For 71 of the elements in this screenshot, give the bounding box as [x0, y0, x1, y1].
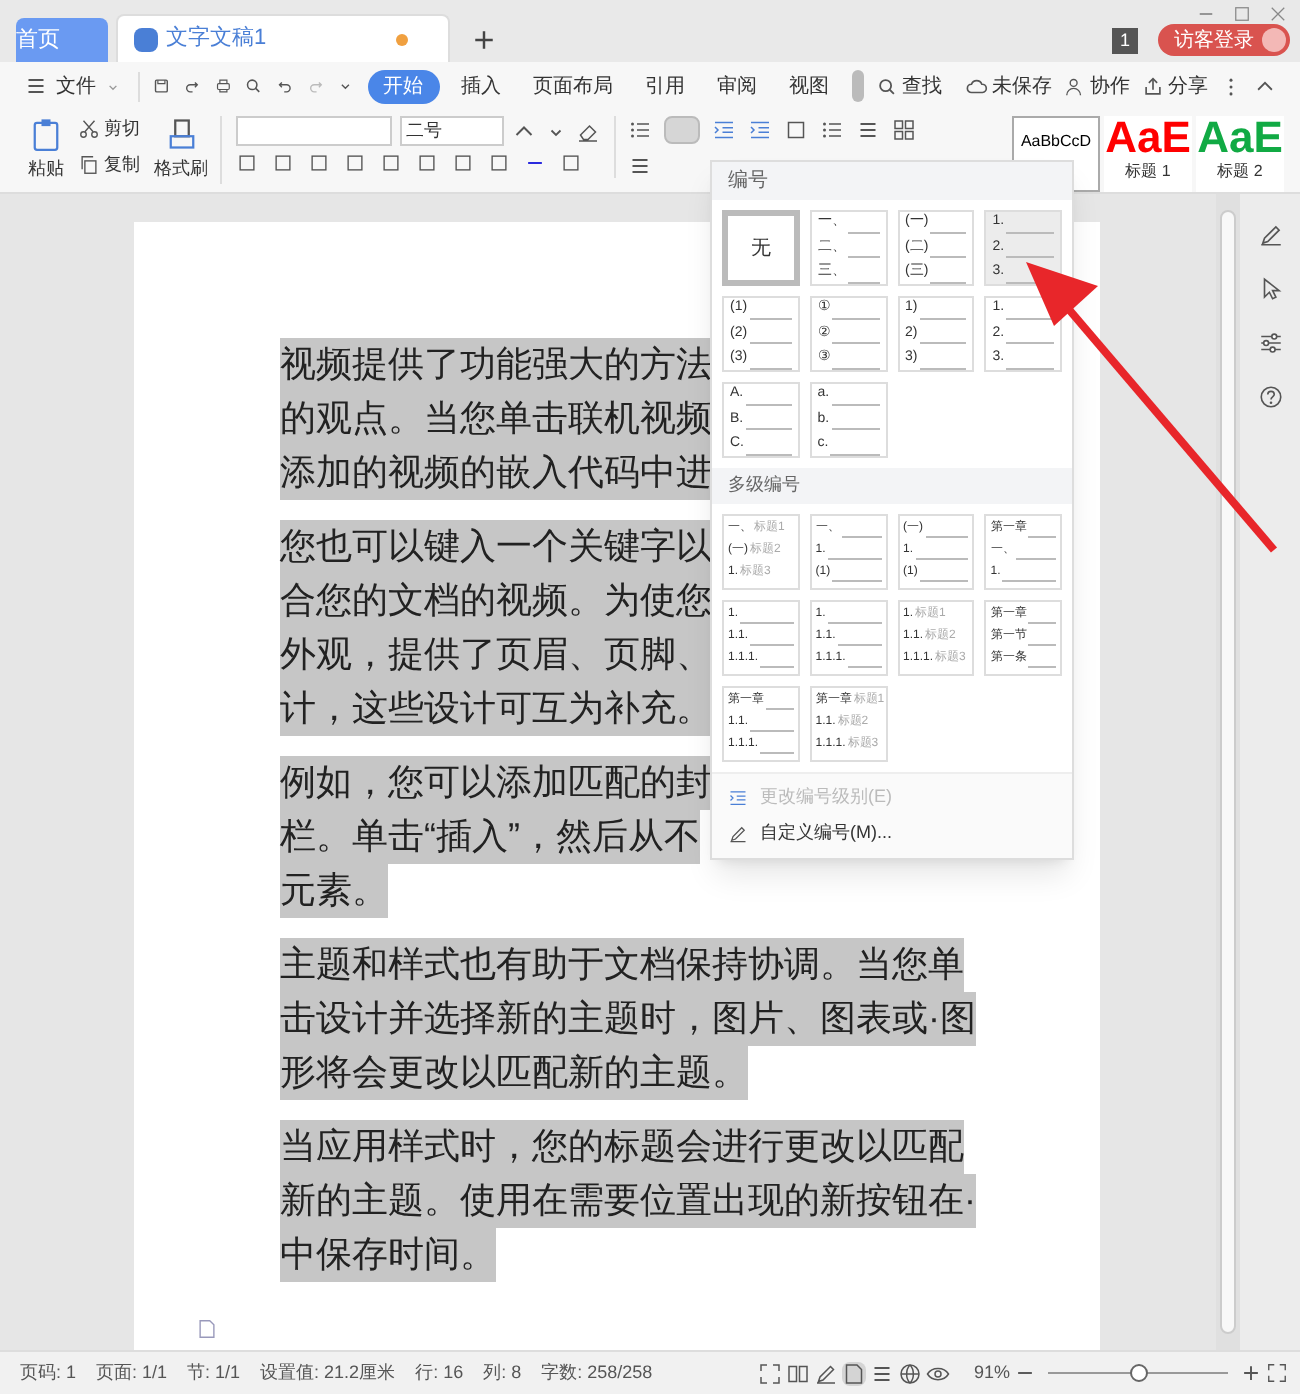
status-text: 页面: 1/1 — [94, 1359, 170, 1386]
increase-indent-icon[interactable] — [748, 118, 772, 142]
zoom-slider-thumb[interactable] — [1129, 1364, 1147, 1382]
document-tab[interactable]: 文字文稿1 — [116, 14, 450, 62]
menu-icon — [24, 74, 48, 98]
paste-button[interactable]: 粘贴 — [28, 116, 64, 183]
outline-view-icon[interactable] — [869, 1361, 894, 1385]
style-preset[interactable]: AaE 标题 1 — [1104, 116, 1192, 192]
ribbon-tab[interactable]: 引用 — [635, 71, 696, 101]
border-icon[interactable] — [892, 118, 916, 142]
status-text: 设置值: 21.2厘米 — [258, 1359, 398, 1386]
settings-icon[interactable] — [1257, 330, 1283, 356]
share-icon — [1142, 75, 1164, 97]
help-icon[interactable] — [1257, 384, 1283, 410]
font-name-field[interactable] — [236, 116, 392, 146]
share-button[interactable]: 分享 — [1142, 71, 1208, 101]
clipboard-icon — [28, 116, 64, 152]
close-icon[interactable] — [1268, 4, 1288, 24]
login-button[interactable]: 访客登录 — [1158, 24, 1290, 56]
fullscreen-icon[interactable] — [757, 1361, 782, 1385]
ribbon-tab[interactable]: 开始 — [367, 69, 440, 103]
collaborate-button[interactable]: 协作 — [1064, 71, 1130, 101]
font-size-field[interactable]: 二号 — [400, 116, 504, 146]
clear-format-icon[interactable] — [576, 119, 600, 143]
pen-icon[interactable] — [813, 1361, 838, 1385]
status-text: 列: 8 — [481, 1359, 524, 1386]
preview-icon[interactable] — [244, 74, 264, 98]
cloud-icon — [966, 75, 988, 97]
unsaved-button[interactable]: 未保存 — [966, 71, 1052, 101]
section-heading: 多级编号 — [712, 468, 1072, 503]
section-heading: 编号 — [712, 162, 1072, 200]
status-text: 行: 16 — [413, 1359, 466, 1386]
print-icon[interactable] — [213, 74, 233, 98]
ribbon-tab[interactable]: 审阅 — [707, 71, 768, 101]
window-count[interactable]: 1 — [1111, 28, 1138, 54]
zoom-dropdown[interactable]: 91% — [973, 1359, 1010, 1387]
reading-view-icon[interactable] — [785, 1361, 810, 1385]
search-icon — [876, 75, 898, 97]
search-button[interactable]: 查找 — [876, 71, 942, 101]
status-text: 字数: 258/258 — [539, 1359, 655, 1386]
pen-icon[interactable] — [1257, 222, 1283, 248]
zoom-in-icon[interactable] — [1240, 1362, 1262, 1384]
save-icon[interactable] — [152, 74, 171, 98]
menu-item[interactable]: 自定义编号(M)... — [712, 815, 1072, 851]
document-icon — [134, 27, 158, 51]
status-text: 节: 1/1 — [185, 1359, 243, 1386]
cut-button[interactable]: 剪切 — [78, 116, 140, 143]
spacing-icon[interactable] — [856, 118, 880, 142]
scissors-icon — [78, 118, 100, 141]
copy-icon — [78, 153, 100, 176]
align-left-icon[interactable] — [628, 154, 652, 178]
level-icon — [728, 787, 748, 807]
page-view-icon[interactable] — [841, 1361, 866, 1385]
bullet-list-icon[interactable] — [628, 118, 652, 142]
copy-button[interactable]: 复制 — [78, 151, 140, 178]
numbering-option[interactable]: 无 — [722, 210, 800, 286]
pen-icon — [728, 823, 748, 843]
decrease-indent-icon[interactable] — [712, 118, 736, 142]
user-icon — [1064, 75, 1086, 97]
format-painter-button[interactable]: 格式刷 — [154, 116, 222, 183]
paragraph-icon — [196, 1318, 218, 1340]
ribbon-tab[interactable]: 插入 — [451, 71, 512, 101]
status-text: 页码: 1 — [18, 1359, 79, 1386]
file-menu[interactable]: 文件 — [24, 71, 140, 101]
avatar-icon — [1262, 28, 1286, 52]
new-tab-icon[interactable] — [470, 26, 498, 54]
ribbon-tab[interactable]: 页面布局 — [523, 71, 624, 101]
fit-icon[interactable] — [1266, 1362, 1288, 1384]
ribbon-tab[interactable]: 视图 — [779, 71, 840, 101]
web-view-icon[interactable] — [897, 1361, 922, 1385]
style-preset[interactable]: AaE 标题 2 — [1196, 116, 1284, 192]
